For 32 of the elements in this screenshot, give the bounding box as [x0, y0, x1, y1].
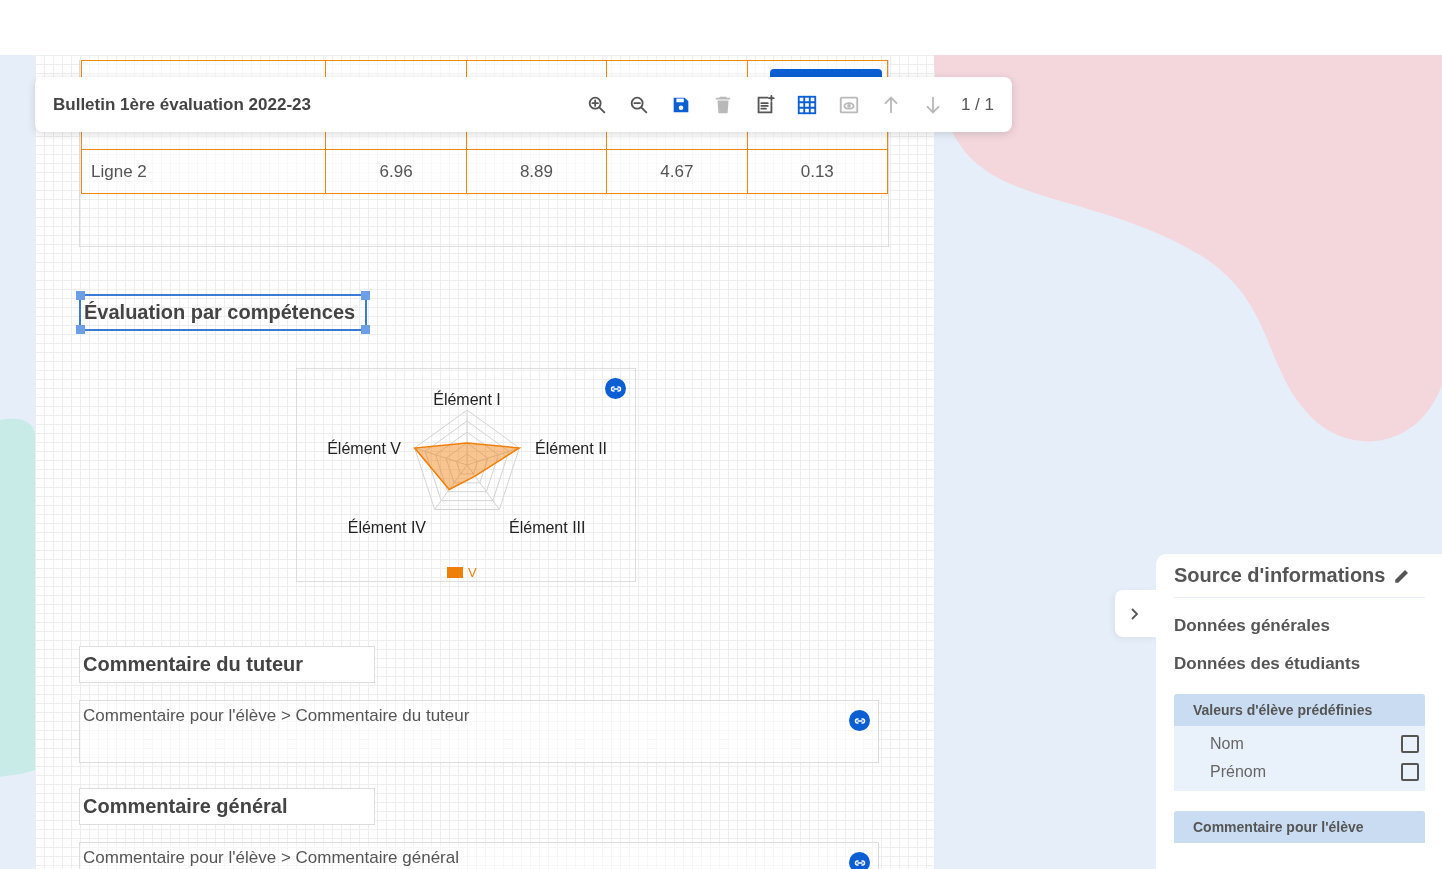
axis-label: Élément II [535, 440, 608, 457]
axis-label: Élément III [509, 519, 586, 536]
table-cell: 0.13 [747, 149, 888, 194]
group-header[interactable]: Valeurs d'élève prédéfinies [1174, 694, 1425, 726]
table-cell: 6.96 [325, 149, 467, 194]
panel-link[interactable]: Données des étudiants [1174, 654, 1425, 674]
table-cell: 8.89 [466, 149, 607, 194]
comment-title: Commentaire général [79, 788, 375, 825]
field-label: Prénom [1210, 763, 1267, 781]
section-title[interactable]: Évaluation par compétences [79, 294, 368, 331]
link-icon[interactable] [605, 378, 626, 399]
axis-label: Élément I [433, 391, 501, 408]
field-label: Nom [1210, 735, 1244, 753]
panel-link[interactable]: Données générales [1174, 616, 1425, 636]
comment-field[interactable]: Commentaire pour l'élève > Commentaire général [79, 842, 879, 869]
legend-swatch [447, 567, 463, 578]
axis-label: Élément IV [347, 519, 426, 536]
legend-label: V [468, 565, 477, 580]
panel-title: Source d'informations [1174, 564, 1386, 587]
checkbox[interactable] [1401, 763, 1419, 781]
link-icon[interactable] [849, 852, 870, 869]
comment-title: Commentaire du tuteur [79, 646, 375, 683]
comment-field[interactable]: Commentaire pour l'élève > Commentaire du tuteur [79, 700, 879, 763]
document-title: Bulletin 1ère évaluation 2022-23 [53, 94, 311, 115]
group-header[interactable]: Commentaire pour l'élève [1174, 811, 1425, 843]
page-counter: 1 / 1 [960, 94, 994, 115]
link-icon[interactable] [849, 710, 870, 731]
table-cell: 4.67 [606, 149, 748, 194]
chevron-right-icon [1128, 606, 1139, 621]
axis-label: Élément V [327, 440, 401, 457]
table-cell: Ligne 2 [81, 149, 326, 194]
checkbox[interactable] [1401, 735, 1419, 753]
